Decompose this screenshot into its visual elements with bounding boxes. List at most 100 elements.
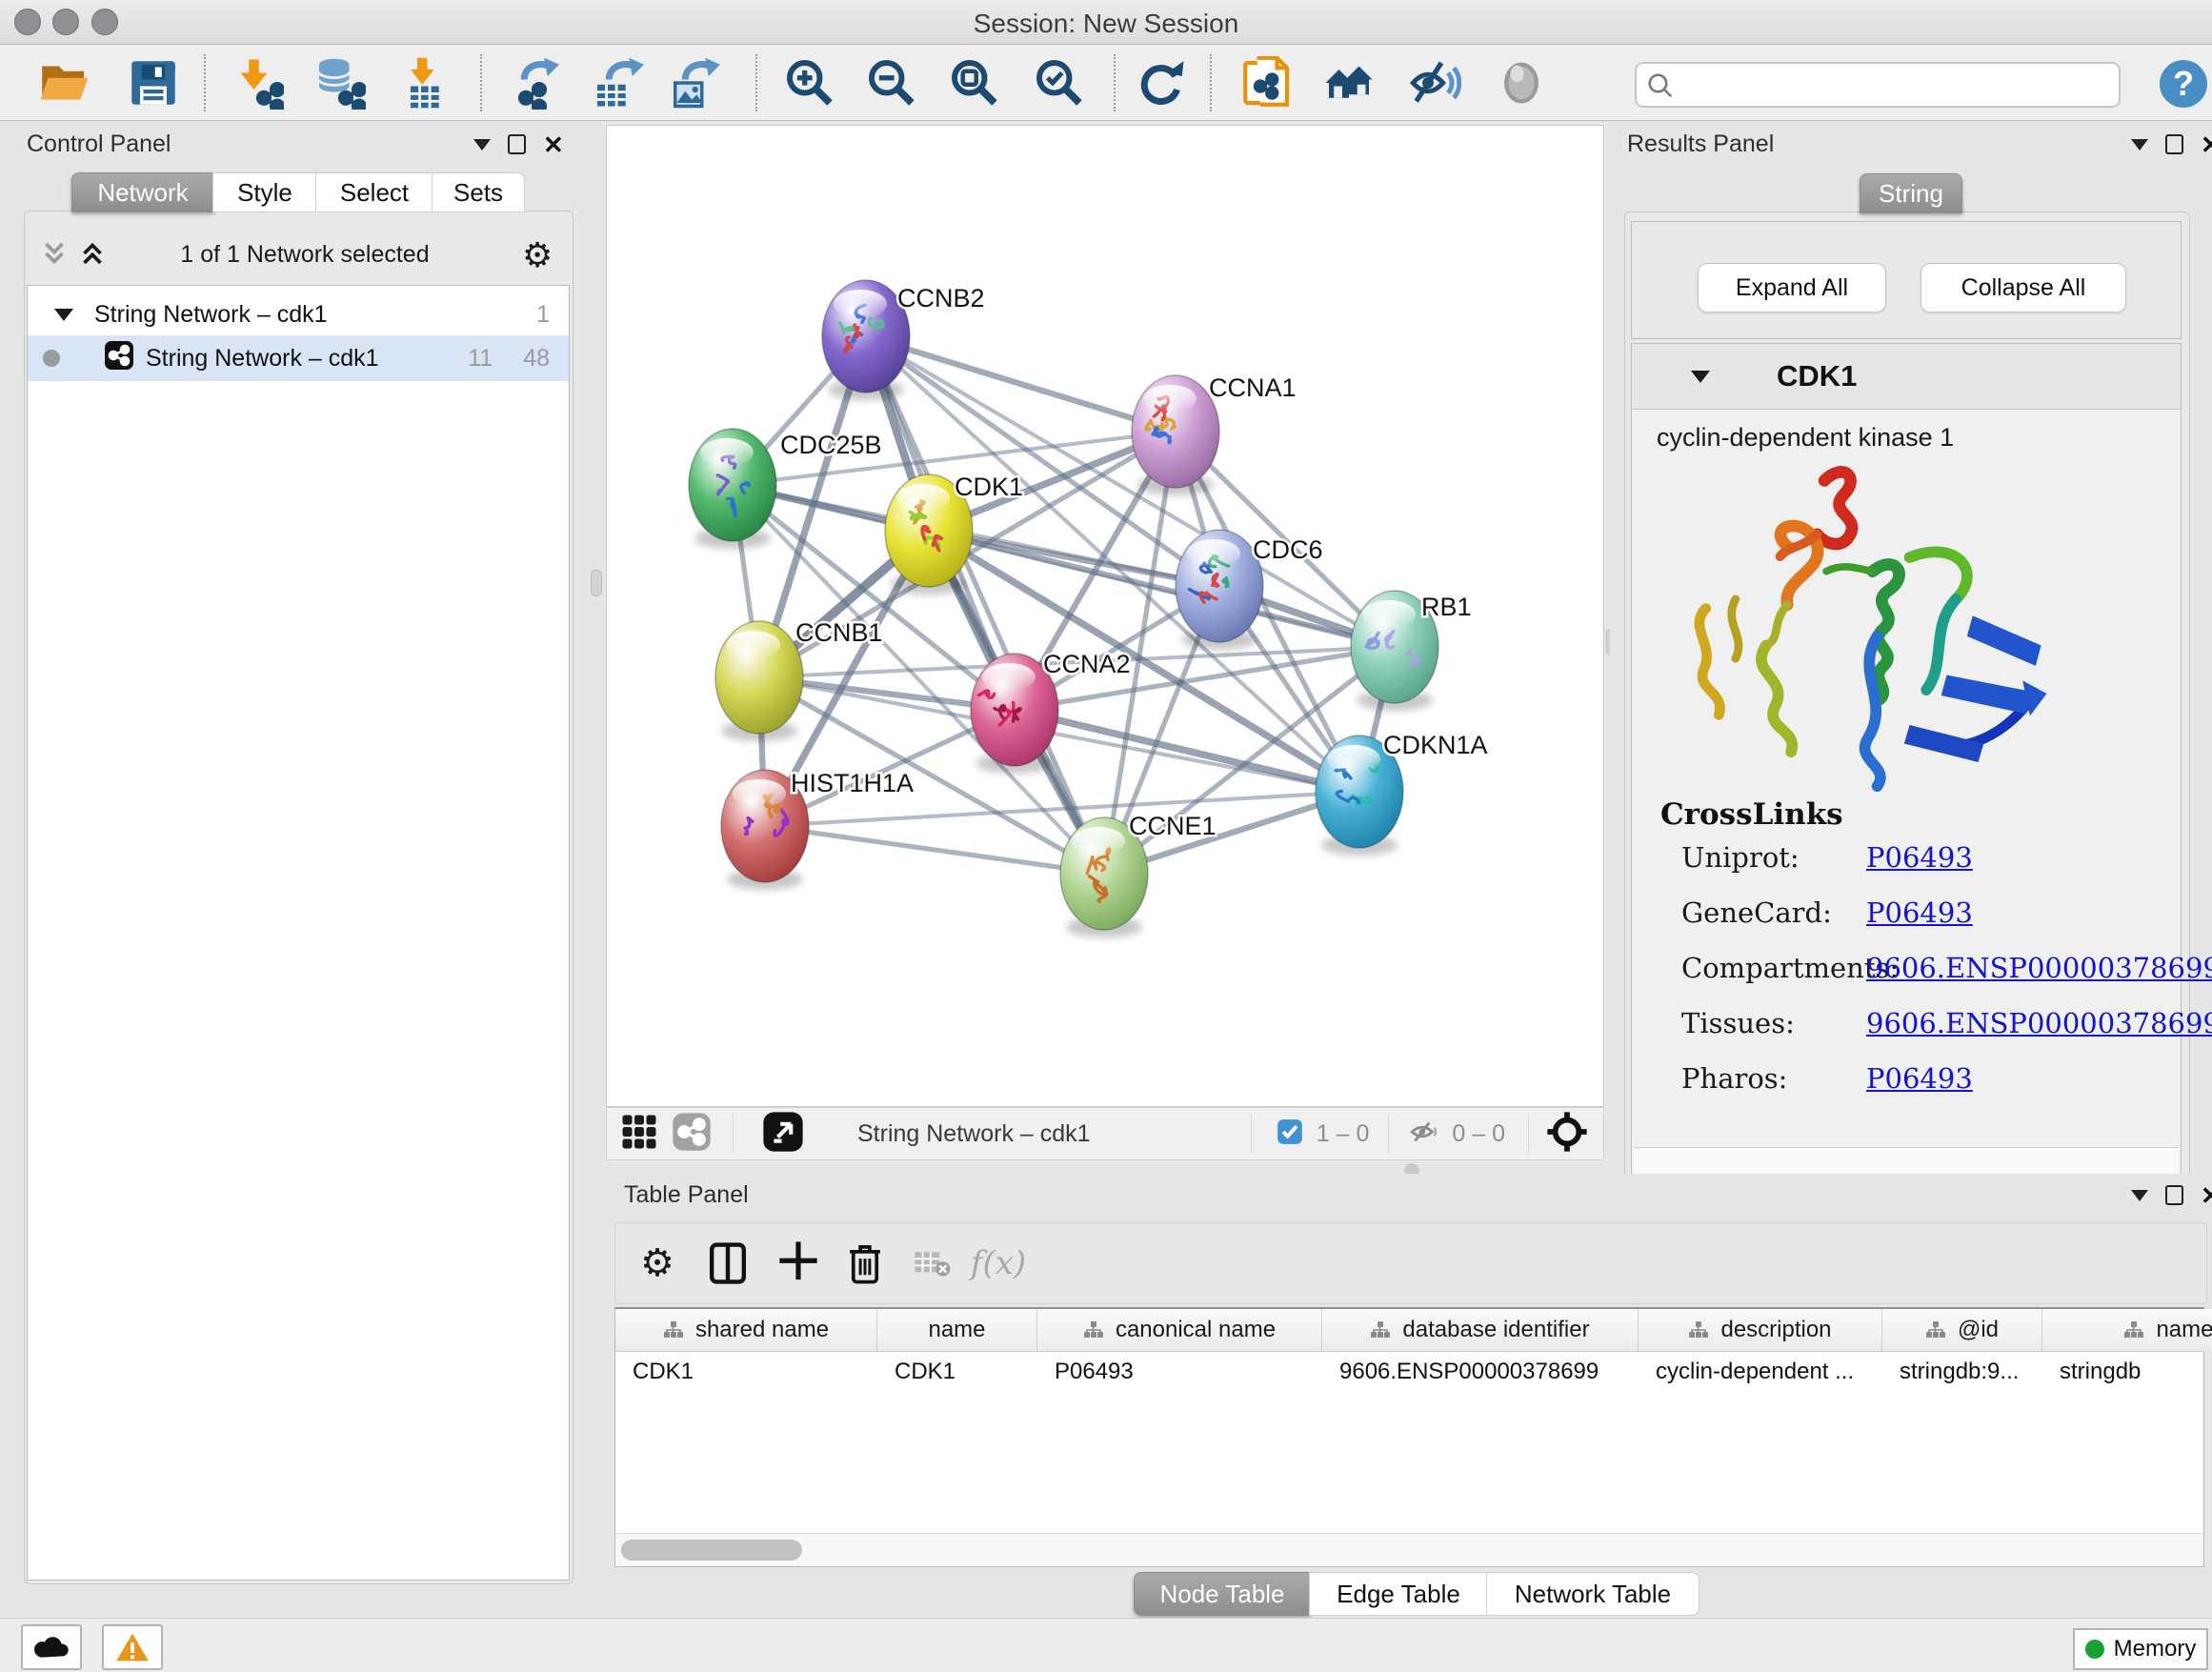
float-panel-icon[interactable] xyxy=(2165,134,2183,154)
refresh-icon[interactable] xyxy=(1134,56,1187,110)
node-CCNA1[interactable] xyxy=(1132,375,1219,495)
protein-caret-icon[interactable] xyxy=(1691,371,1710,383)
collapse-panel-icon[interactable] xyxy=(473,139,491,151)
delete-column-trash-icon[interactable] xyxy=(840,1239,890,1288)
home-networks-icon[interactable] xyxy=(1322,56,1376,110)
hide-annotations-icon[interactable] xyxy=(1408,56,1461,110)
control-panel: Control Panel ✕ Network Style Select Set… xyxy=(0,121,595,1618)
warnings-button[interactable] xyxy=(102,1624,163,1670)
collapse-panel-icon[interactable] xyxy=(2131,139,2148,151)
grid-view-icon[interactable] xyxy=(620,1113,658,1156)
export-table-icon[interactable] xyxy=(591,56,644,110)
edge-CCNB2-CCNA1[interactable] xyxy=(866,336,1176,432)
table-cell[interactable]: cyclin-dependent ... xyxy=(1639,1352,1882,1392)
expand-all-networks-icon[interactable] xyxy=(76,237,109,274)
compartments-link[interactable]: 9606.ENSP00000378699 xyxy=(1866,952,2212,984)
pharos-link[interactable]: P06493 xyxy=(1866,1062,2212,1095)
show-columns-icon[interactable] xyxy=(703,1239,753,1288)
tab-style[interactable]: Style xyxy=(212,172,317,212)
search-input[interactable] xyxy=(1682,66,2105,102)
cloud-status-button[interactable] xyxy=(21,1624,82,1670)
collapse-all-networks-icon[interactable] xyxy=(38,237,70,274)
genecard-link[interactable]: P06493 xyxy=(1866,896,2212,929)
detach-view-icon[interactable] xyxy=(762,1111,804,1158)
network-badge-icon[interactable] xyxy=(672,1112,712,1157)
crosslink-label: Compartments: xyxy=(1681,952,1866,984)
network-canvas[interactable]: CCNB2CCNA1CDC25BCDK1CDC6RB1CCNB1CCNA2CDK… xyxy=(606,125,1604,1107)
table-cell[interactable]: stringdb xyxy=(2042,1352,2212,1392)
column-header-canonical-name[interactable]: canonical name xyxy=(1037,1309,1322,1351)
add-column-icon[interactable]: ＋ xyxy=(774,1239,823,1288)
results-horizontal-scrollbar[interactable] xyxy=(1634,1147,2179,1177)
import-network-icon[interactable] xyxy=(231,56,284,110)
column-header-name[interactable]: name xyxy=(877,1309,1037,1351)
table-cell[interactable]: CDK1 xyxy=(615,1352,877,1392)
export-network-icon[interactable] xyxy=(513,56,566,110)
tab-string[interactable]: String xyxy=(1860,173,1962,213)
float-panel-icon[interactable] xyxy=(2165,1185,2183,1205)
protein-card-header[interactable]: CDK1 xyxy=(1632,344,2181,410)
import-table-icon[interactable] xyxy=(397,56,451,110)
export-image-icon[interactable] xyxy=(667,56,720,110)
tab-network-table[interactable]: Network Table xyxy=(1486,1572,1699,1616)
close-panel-icon[interactable]: ✕ xyxy=(543,135,564,154)
tissues-link[interactable]: 9606.ENSP00000378699 xyxy=(1866,1007,2212,1039)
table-cell[interactable]: CDK1 xyxy=(877,1352,1037,1392)
edge-HIST1H1A-CCNE1[interactable] xyxy=(765,826,1104,874)
selected-checkbox-icon[interactable] xyxy=(1277,1118,1303,1150)
hidden-eye-icon[interactable] xyxy=(1408,1116,1440,1153)
zoom-selected-icon[interactable] xyxy=(1033,56,1086,110)
string-network-graph[interactable]: CCNB2CCNA1CDC25BCDK1CDC6RB1CCNB1CCNA2CDK… xyxy=(607,126,1603,1106)
scrollbar-thumb[interactable] xyxy=(621,1540,802,1561)
left-splitter-handle[interactable] xyxy=(591,570,602,596)
table-cell[interactable]: P06493 xyxy=(1037,1352,1322,1392)
table-cell[interactable]: 9606.ENSP00000378699 xyxy=(1322,1352,1639,1392)
table-panel-title: Table Panel xyxy=(624,1181,749,1209)
show-hide-gray-eye-icon[interactable] xyxy=(1495,56,1548,110)
node-table: shared namenamecanonical namedatabase id… xyxy=(614,1307,2204,1567)
node-label-CCNB1: CCNB1 xyxy=(795,618,883,647)
tree-caret-icon[interactable] xyxy=(54,309,73,321)
search-box[interactable] xyxy=(1635,62,2121,108)
uniprot-link[interactable]: P06493 xyxy=(1866,841,2212,874)
expand-all-button[interactable]: Expand All xyxy=(1698,263,1886,312)
network-options-gear-icon[interactable]: ⚙ xyxy=(522,235,553,275)
collapse-all-button[interactable]: Collapse All xyxy=(1920,263,2126,312)
tab-select[interactable]: Select xyxy=(315,172,433,212)
network-collection-label: String Network – cdk1 xyxy=(94,301,328,329)
network-row-selected[interactable]: String Network – cdk1 11 48 xyxy=(28,335,569,381)
edge-CCNA2-CDKN1A[interactable] xyxy=(1015,710,1359,792)
network-tree: String Network – cdk1 1 String Network –… xyxy=(27,285,570,1581)
column-header-description[interactable]: description xyxy=(1639,1309,1882,1351)
open-session-icon[interactable] xyxy=(37,56,90,110)
column-header--id[interactable]: @id xyxy=(1882,1309,2042,1351)
crosslink-label: GeneCard: xyxy=(1681,896,1866,929)
node-CDC25B[interactable] xyxy=(689,429,776,549)
column-header-database-identifier[interactable]: database identifier xyxy=(1322,1309,1639,1351)
float-panel-icon[interactable] xyxy=(508,134,526,154)
tab-edge-table[interactable]: Edge Table xyxy=(1309,1572,1488,1616)
tab-sets[interactable]: Sets xyxy=(432,172,525,212)
tab-network[interactable]: Network xyxy=(71,172,214,212)
results-panel: Results Panel ✕ String Expand All Collap… xyxy=(1610,121,2212,1188)
zoom-out-icon[interactable] xyxy=(865,56,918,110)
table-horizontal-scrollbar[interactable] xyxy=(615,1533,2203,1566)
table-cell[interactable]: stringdb:9... xyxy=(1882,1352,2042,1392)
close-panel-icon[interactable]: ✕ xyxy=(2201,135,2212,154)
column-header-namespace[interactable]: namespace xyxy=(2042,1309,2212,1351)
network-from-document-icon[interactable] xyxy=(1240,56,1294,110)
center-view-crosshair-icon[interactable] xyxy=(1546,1111,1588,1158)
save-session-icon[interactable] xyxy=(127,56,180,110)
column-header-shared-name[interactable]: shared name xyxy=(615,1309,877,1351)
import-network-from-database-icon[interactable] xyxy=(312,56,366,110)
zoom-in-icon[interactable] xyxy=(783,56,836,110)
help-button[interactable]: ? xyxy=(2160,60,2207,108)
node-CCNB1[interactable] xyxy=(715,621,803,741)
memory-button[interactable]: Memory xyxy=(2073,1628,2208,1670)
network-collection-row[interactable]: String Network – cdk1 1 xyxy=(28,293,569,335)
close-panel-icon[interactable]: ✕ xyxy=(2201,1186,2212,1205)
zoom-fit-icon[interactable] xyxy=(948,56,1001,110)
tab-node-table[interactable]: Node Table xyxy=(1134,1572,1311,1616)
table-settings-gear-icon[interactable]: ⚙ xyxy=(633,1239,682,1288)
collapse-panel-icon[interactable] xyxy=(2131,1190,2148,1201)
